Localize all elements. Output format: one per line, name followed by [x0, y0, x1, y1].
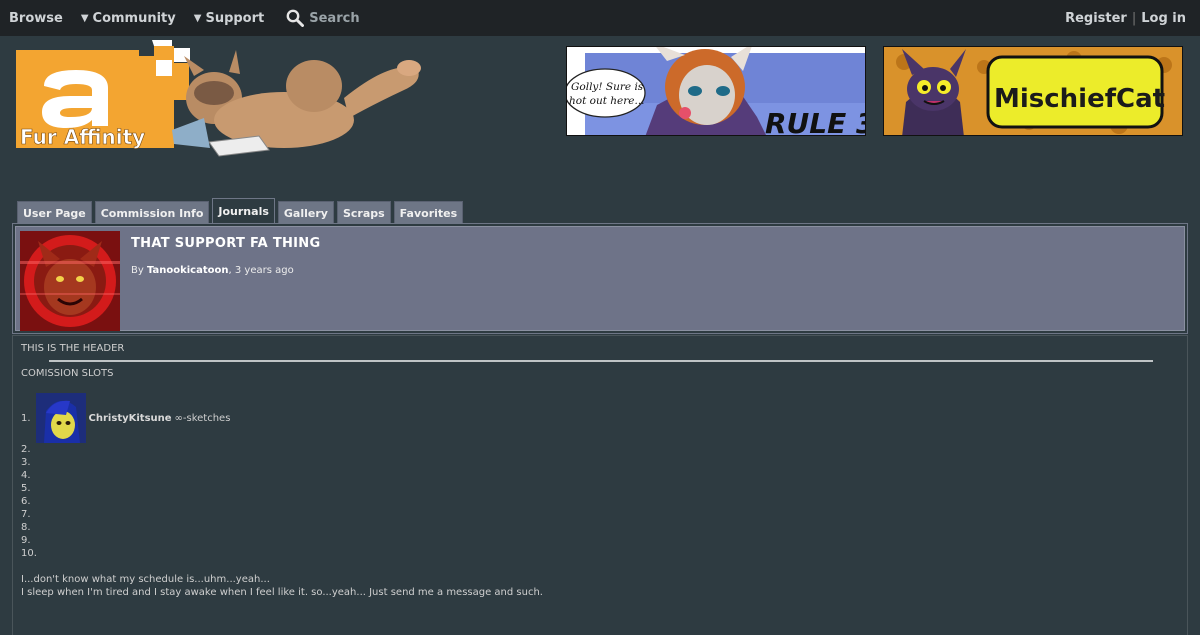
avatar-image	[35, 393, 86, 443]
tab-favorites[interactable]: Favorites	[393, 201, 464, 224]
nav-community[interactable]: ▼ Community	[72, 0, 185, 36]
top-navbar: Browse ▼ Community ▼ Support Search Regist…	[0, 0, 1200, 36]
author-link[interactable]: Tanookicatoon	[147, 265, 229, 276]
banner-caption: RULE 34	[765, 107, 866, 136]
body-header-text: THIS IS THE HEADER	[21, 343, 125, 354]
slot-note: ∞-sketches	[174, 412, 231, 424]
avatar-image	[20, 231, 120, 331]
login-link[interactable]: Log in	[1141, 11, 1186, 26]
search-icon	[286, 9, 305, 27]
caret-down-icon: ▼	[193, 12, 202, 24]
body-line-2: I sleep when I'm tired and I stay awake …	[21, 587, 543, 598]
journal-title: THAT SUPPORT FA THING	[131, 236, 321, 251]
caret-down-icon: ▼	[80, 12, 89, 24]
journal-header: THAT SUPPORT FA THING By Tanookicatoon, …	[12, 223, 1188, 334]
tab-user-page[interactable]: User Page	[17, 201, 92, 224]
banner-speech-line-2: hot out here...	[569, 95, 645, 107]
journal-body: THIS IS THE HEADER COMISSION SLOTS 1. Ch…	[12, 335, 1188, 635]
slot-number: 4.	[21, 470, 31, 481]
slot-number: 10.	[21, 548, 37, 559]
slot-number: 7.	[21, 509, 31, 520]
slot-number: 5.	[21, 483, 31, 494]
author-avatar[interactable]	[20, 231, 120, 331]
register-link[interactable]: Register	[1065, 11, 1127, 26]
search-button[interactable]: Search	[277, 0, 368, 36]
byline-prefix: By	[131, 265, 147, 276]
slot-number: 6.	[21, 496, 31, 507]
ad-banner-left[interactable]: Golly! Sure is hot out here... RULE 34	[566, 46, 866, 136]
nav-community-label: Community	[92, 10, 176, 26]
tab-scraps[interactable]: Scraps	[336, 201, 391, 224]
nav-browse-label: Browse	[9, 10, 63, 26]
journal-byline: By Tanookicatoon, 3 years ago	[131, 265, 294, 276]
tab-commission-info[interactable]: Commission Info	[94, 201, 210, 224]
divider	[49, 360, 1153, 362]
slots-title: COMISSION SLOTS	[21, 368, 114, 379]
journal-date: , 3 years ago	[228, 265, 294, 276]
slot-number: 1.	[21, 412, 31, 424]
tab-gallery[interactable]: Gallery	[277, 201, 334, 224]
fur-affinity-logo: Fur Affinity	[16, 40, 421, 157]
ad-banner-right[interactable]: MischiefCat	[883, 46, 1183, 136]
profile-tabs: User Page Commission Info Journals Galle…	[17, 198, 464, 224]
tab-journals[interactable]: Journals	[212, 198, 275, 223]
body-line-1: I...don't know what my schedule is...uhm…	[21, 574, 270, 585]
nav-support[interactable]: ▼ Support	[185, 0, 274, 36]
auth-links: Register | Log in	[1065, 0, 1186, 36]
banner-artwork: MischiefCat	[884, 47, 1182, 135]
slot-user-link[interactable]: ChristyKitsune	[89, 413, 172, 424]
logo-text: Fur Affinity	[20, 125, 145, 149]
banner-artwork: Golly! Sure is hot out here... RULE 34	[567, 47, 866, 136]
search-label: Search	[309, 10, 360, 26]
slot-number: 2.	[21, 444, 31, 455]
slot-number: 9.	[21, 535, 31, 546]
slot-number: 8.	[21, 522, 31, 533]
site-logo[interactable]: Fur Affinity	[14, 38, 434, 163]
slot-user-avatar[interactable]	[35, 393, 86, 443]
nav-browse[interactable]: Browse	[0, 0, 72, 36]
slot-number: 3.	[21, 457, 31, 468]
journal-header-inner: THAT SUPPORT FA THING By Tanookicatoon, …	[15, 226, 1185, 331]
banner-speech-line-1: Golly! Sure is	[571, 81, 644, 93]
nav-support-label: Support	[205, 10, 265, 26]
auth-separator: |	[1131, 10, 1137, 26]
slot-row-1: 1. ChristyKitsune ∞-sketches	[21, 393, 230, 443]
banner-caption: MischiefCat	[994, 84, 1165, 114]
